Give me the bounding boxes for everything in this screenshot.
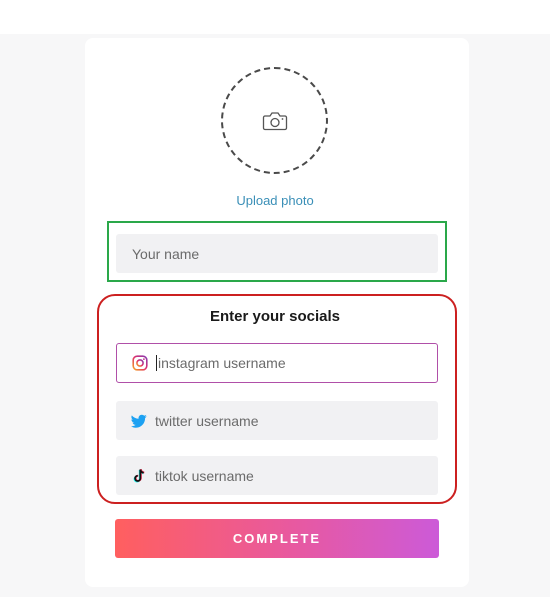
- tiktok-icon: [133, 468, 145, 482]
- upload-photo-link[interactable]: Upload photo: [0, 193, 550, 208]
- name-placeholder: Your name: [132, 245, 200, 262]
- complete-button[interactable]: COMPLETE: [115, 519, 439, 558]
- instagram-input[interactable]: instagram username: [116, 343, 438, 383]
- upload-photo-dropzone[interactable]: [221, 67, 328, 174]
- twitter-input[interactable]: twitter username: [116, 401, 438, 440]
- tiktok-placeholder: tiktok username: [155, 467, 254, 484]
- twitter-icon: [131, 414, 147, 428]
- camera-icon: [262, 111, 287, 130]
- socials-title: Enter your socials: [209, 308, 341, 325]
- name-input[interactable]: Your name: [116, 234, 438, 273]
- tiktok-input[interactable]: tiktok username: [116, 456, 438, 495]
- twitter-placeholder: twitter username: [155, 412, 259, 429]
- instagram-icon: [132, 355, 148, 371]
- instagram-placeholder: instagram username: [158, 355, 286, 371]
- text-caret: [156, 355, 157, 371]
